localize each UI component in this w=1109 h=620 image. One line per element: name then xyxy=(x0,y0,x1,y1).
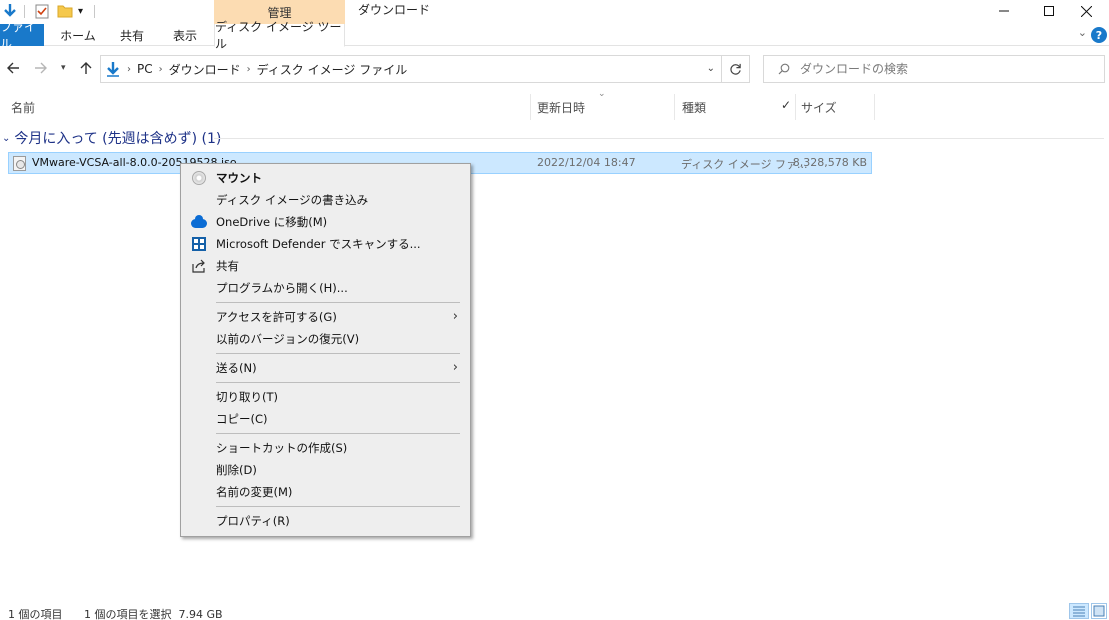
column-header-type[interactable]: 種類 xyxy=(682,94,706,120)
menu-item-properties[interactable]: プロパティ(R) xyxy=(183,510,468,532)
large-icons-view-button[interactable] xyxy=(1091,603,1107,619)
close-button[interactable] xyxy=(1063,0,1109,22)
tab-disk-image-tools[interactable]: ディスク イメージ ツール xyxy=(214,20,345,51)
quick-access-customize-icon[interactable]: ▾ xyxy=(78,2,83,20)
menu-item-label: プログラムから開く(H)... xyxy=(216,281,348,295)
menu-item-label: OneDrive に移動(M) xyxy=(216,215,328,229)
quick-access-divider xyxy=(94,5,95,18)
menu-item-open-with[interactable]: プログラムから開く(H)... xyxy=(183,277,468,299)
menu-item-restore-previous-versions[interactable]: 以前のバージョンの復元(V) xyxy=(183,328,468,350)
group-header[interactable]: ⌄ 今月に入って (先週は含めず) (1) xyxy=(2,128,221,148)
menu-item-label: 切り取り(T) xyxy=(216,390,278,404)
menu-item-burn-disc-image[interactable]: ディスク イメージの書き込み xyxy=(183,189,468,211)
column-header-date[interactable]: 更新日時 xyxy=(537,94,585,120)
quick-access-divider xyxy=(24,5,25,18)
tab-home[interactable]: ホーム xyxy=(52,24,104,46)
menu-item-delete[interactable]: 削除(D) xyxy=(183,459,468,481)
breadcrumb-downloads[interactable]: ダウンロード xyxy=(169,61,241,78)
menu-item-give-access[interactable]: アクセスを許可する(G) › xyxy=(183,306,468,328)
share-icon xyxy=(191,259,207,273)
menu-item-defender-scan[interactable]: Microsoft Defender でスキャンする... xyxy=(183,233,468,255)
menu-item-label: コピー(C) xyxy=(216,412,268,426)
address-bar[interactable]: › PC › ダウンロード › ディスク イメージ ファイル ⌄ xyxy=(100,55,722,83)
status-selection: 1 個の項目を選択 7.94 GB xyxy=(84,608,223,620)
group-divider xyxy=(214,138,1104,139)
menu-item-label: 共有 xyxy=(216,259,239,273)
menu-item-share[interactable]: 共有 xyxy=(183,255,468,277)
file-type: ディスク イメージ ファ... xyxy=(681,158,808,171)
menu-separator xyxy=(216,506,460,507)
file-date: 2022/12/04 18:47 xyxy=(537,156,636,169)
column-divider[interactable] xyxy=(674,94,675,120)
context-menu: マウント ディスク イメージの書き込み OneDrive に移動(M) Micr… xyxy=(180,163,471,537)
menu-item-label: Microsoft Defender でスキャンする... xyxy=(216,237,421,251)
ribbon-expand-chevron-icon[interactable]: ⌄ xyxy=(1078,26,1087,39)
menu-item-cut[interactable]: 切り取り(T) xyxy=(183,386,468,408)
menu-item-label: ショートカットの作成(S) xyxy=(216,441,348,455)
sort-chevron-icon: ⌄ xyxy=(598,89,606,99)
menu-item-label: 送る(N) xyxy=(216,361,257,375)
submenu-chevron-icon: › xyxy=(452,360,458,375)
breadcrumb-chevron-icon[interactable]: › xyxy=(159,64,163,75)
details-view-button[interactable] xyxy=(1069,603,1089,619)
menu-item-create-shortcut[interactable]: ショートカットの作成(S) xyxy=(183,437,468,459)
menu-item-copy[interactable]: コピー(C) xyxy=(183,408,468,430)
defender-shield-icon xyxy=(191,237,207,251)
recent-locations-chevron-icon[interactable]: ▾ xyxy=(61,63,66,73)
up-button[interactable] xyxy=(79,61,93,79)
menu-separator xyxy=(216,433,460,434)
collapse-chevron-icon[interactable]: ⌄ xyxy=(2,133,10,144)
title-bar: ▾ 管理 ダウンロード xyxy=(0,0,1109,24)
column-divider[interactable] xyxy=(795,94,796,120)
disc-icon xyxy=(191,171,207,185)
disc-image-file-icon xyxy=(13,156,26,171)
search-box[interactable] xyxy=(763,55,1105,83)
ribbon-tabs: ファイル ホーム 共有 表示 ディスク イメージ ツール xyxy=(0,20,1109,51)
column-header-size[interactable]: サイズ xyxy=(801,94,837,120)
menu-item-label: アクセスを許可する(G) xyxy=(216,310,337,324)
status-item-count: 1 個の項目 xyxy=(8,608,63,620)
menu-item-rename[interactable]: 名前の変更(M) xyxy=(183,481,468,503)
refresh-button[interactable] xyxy=(722,55,750,83)
group-label: 今月に入って (先週は含めず) (1) xyxy=(14,131,222,147)
menu-item-label: ディスク イメージの書き込み xyxy=(216,193,369,207)
menu-separator xyxy=(216,302,460,303)
forward-button[interactable] xyxy=(34,61,48,79)
menu-item-mount[interactable]: マウント xyxy=(183,167,468,189)
onedrive-cloud-icon xyxy=(191,214,207,229)
back-button[interactable] xyxy=(6,61,20,79)
address-history-chevron-icon[interactable]: ⌄ xyxy=(707,63,715,74)
submenu-chevron-icon: › xyxy=(452,309,458,324)
column-header-name[interactable]: 名前 xyxy=(11,94,35,120)
breadcrumb-pc[interactable]: PC xyxy=(137,62,153,76)
help-icon[interactable]: ? xyxy=(1091,27,1107,43)
menu-item-label: プロパティ(R) xyxy=(216,514,290,528)
search-icon xyxy=(778,63,790,75)
file-size: 8,328,578 KB xyxy=(792,156,867,169)
window-title: ダウンロード xyxy=(358,3,431,17)
menu-separator xyxy=(216,353,460,354)
column-divider[interactable] xyxy=(874,94,875,120)
menu-item-label: 名前の変更(M) xyxy=(216,485,293,499)
status-bar: 1 個の項目 1 個の項目を選択 7.94 GB xyxy=(0,600,1109,620)
tab-view[interactable]: 表示 xyxy=(160,24,210,46)
column-divider[interactable] xyxy=(530,94,531,120)
breadcrumb-chevron-icon[interactable]: › xyxy=(247,64,251,75)
menu-item-move-to-onedrive[interactable]: OneDrive に移動(M) xyxy=(183,211,468,233)
minimize-button[interactable] xyxy=(981,0,1027,22)
downloads-arrow-icon xyxy=(105,61,121,77)
check-icon: ✓ xyxy=(781,98,792,112)
new-folder-icon[interactable] xyxy=(57,2,73,20)
menu-item-label: 削除(D) xyxy=(216,463,257,477)
menu-separator xyxy=(216,382,460,383)
breadcrumb-disk-image-file[interactable]: ディスク イメージ ファイル xyxy=(257,61,408,78)
search-input[interactable] xyxy=(800,62,1100,76)
menu-item-label: マウント xyxy=(216,171,262,185)
tab-share[interactable]: 共有 xyxy=(108,24,156,46)
navigation-bar: ▾ › PC › ダウンロード › ディスク イメージ ファイル ⌄ xyxy=(0,52,1109,86)
menu-item-label: 以前のバージョンの復元(V) xyxy=(216,332,360,346)
menu-item-send-to[interactable]: 送る(N) › xyxy=(183,357,468,379)
tab-file[interactable]: ファイル xyxy=(0,20,44,51)
breadcrumb-chevron-icon[interactable]: › xyxy=(127,64,131,75)
